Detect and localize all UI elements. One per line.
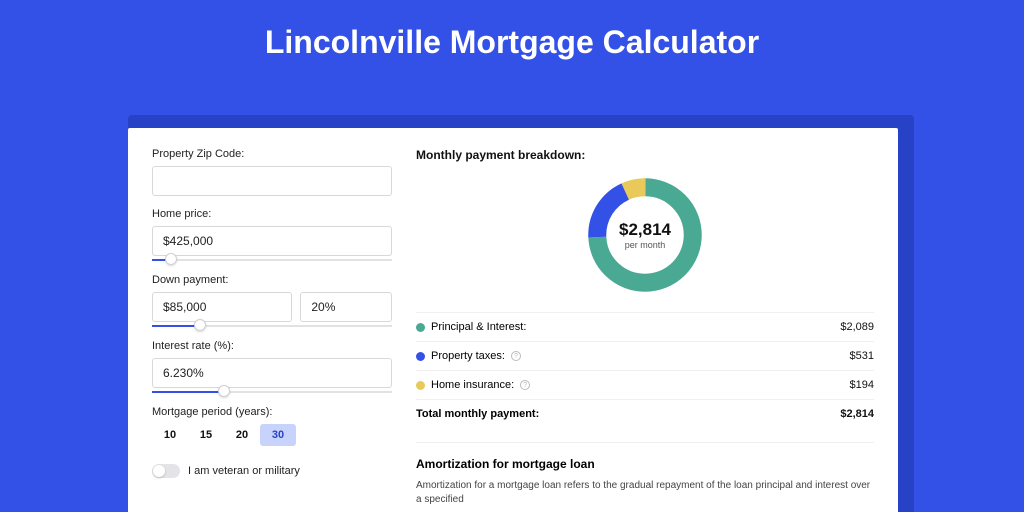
zip-input[interactable] bbox=[152, 166, 392, 196]
period-options: 10152030 bbox=[152, 424, 392, 446]
slider-thumb[interactable] bbox=[218, 385, 230, 397]
breakdown-row: Principal & Interest: $2,089 bbox=[416, 312, 874, 341]
breakdown-row: Property taxes:? $531 bbox=[416, 341, 874, 370]
period-option-10[interactable]: 10 bbox=[152, 424, 188, 446]
breakdown-row-value: $531 bbox=[850, 350, 874, 362]
down-payment-field: Down payment: bbox=[152, 274, 392, 328]
rate-input[interactable] bbox=[152, 358, 392, 388]
legend-dot-icon bbox=[416, 381, 425, 390]
breakdown-row-label: Home insurance: bbox=[431, 379, 514, 391]
breakdown-total-label: Total monthly payment: bbox=[416, 408, 539, 420]
calculator-panel: Property Zip Code: Home price: Down paym… bbox=[128, 128, 898, 512]
down-payment-label: Down payment: bbox=[152, 274, 392, 286]
veteran-toggle[interactable] bbox=[152, 464, 180, 478]
donut-amount: $2,814 bbox=[619, 220, 671, 240]
period-option-30[interactable]: 30 bbox=[260, 424, 296, 446]
home-price-slider[interactable] bbox=[152, 258, 392, 262]
breakdown-row: Home insurance:? $194 bbox=[416, 370, 874, 399]
period-field: Mortgage period (years): 10152030 bbox=[152, 406, 392, 446]
page-title: Lincolnville Mortgage Calculator bbox=[0, 0, 1024, 77]
info-icon[interactable]: ? bbox=[520, 380, 530, 390]
legend-dot-icon bbox=[416, 323, 425, 332]
breakdown-row-value: $2,089 bbox=[840, 321, 874, 333]
down-payment-slider[interactable] bbox=[152, 324, 392, 328]
period-option-15[interactable]: 15 bbox=[188, 424, 224, 446]
donut-center: $2,814 per month bbox=[582, 172, 708, 298]
home-price-field: Home price: bbox=[152, 208, 392, 262]
zip-label: Property Zip Code: bbox=[152, 148, 392, 160]
breakdown-column: Monthly payment breakdown: $2,814 per mo… bbox=[416, 148, 874, 492]
period-option-20[interactable]: 20 bbox=[224, 424, 260, 446]
amortization-title: Amortization for mortgage loan bbox=[416, 442, 874, 471]
slider-thumb[interactable] bbox=[165, 253, 177, 265]
breakdown-title: Monthly payment breakdown: bbox=[416, 148, 874, 162]
donut-chart: $2,814 per month bbox=[416, 172, 874, 298]
breakdown-total-row: Total monthly payment: $2,814 bbox=[416, 399, 874, 428]
toggle-knob bbox=[153, 465, 165, 477]
home-price-label: Home price: bbox=[152, 208, 392, 220]
rate-field: Interest rate (%): bbox=[152, 340, 392, 394]
donut-sub: per month bbox=[625, 240, 666, 250]
home-price-input[interactable] bbox=[152, 226, 392, 256]
breakdown-row-label: Property taxes: bbox=[431, 350, 505, 362]
inputs-column: Property Zip Code: Home price: Down paym… bbox=[152, 148, 392, 492]
rate-slider[interactable] bbox=[152, 390, 392, 394]
breakdown-row-label: Principal & Interest: bbox=[431, 321, 526, 333]
legend-dot-icon bbox=[416, 352, 425, 361]
veteran-row: I am veteran or military bbox=[152, 464, 392, 478]
down-payment-input[interactable] bbox=[152, 292, 292, 322]
period-label: Mortgage period (years): bbox=[152, 406, 392, 418]
slider-thumb[interactable] bbox=[194, 319, 206, 331]
breakdown-total-value: $2,814 bbox=[840, 408, 874, 420]
amortization-text: Amortization for a mortgage loan refers … bbox=[416, 479, 874, 507]
rate-label: Interest rate (%): bbox=[152, 340, 392, 352]
info-icon[interactable]: ? bbox=[511, 351, 521, 361]
breakdown-row-value: $194 bbox=[850, 379, 874, 391]
zip-field: Property Zip Code: bbox=[152, 148, 392, 196]
down-payment-pct-input[interactable] bbox=[300, 292, 392, 322]
veteran-label: I am veteran or military bbox=[188, 465, 300, 477]
